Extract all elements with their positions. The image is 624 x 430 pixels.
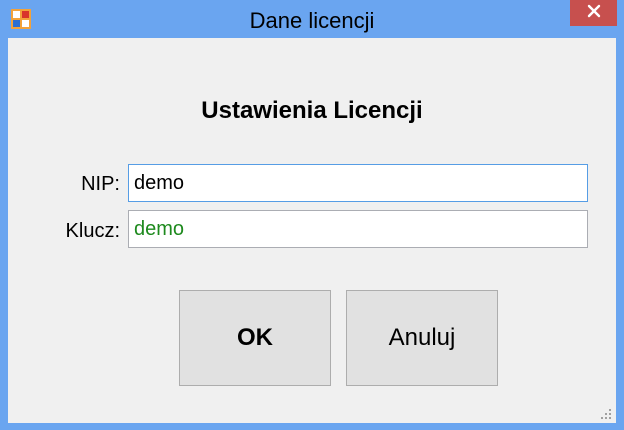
resize-grip-icon[interactable] (600, 407, 612, 419)
cancel-button-label: Anuluj (388, 324, 456, 351)
ok-button-label: OK (237, 324, 273, 351)
close-icon (587, 4, 601, 23)
klucz-label: Klucz: (65, 220, 120, 242)
title-bar[interactable]: Dane licencji (0, 0, 624, 38)
window-title: Dane licencji (249, 8, 375, 33)
ok-button[interactable]: OK (179, 290, 331, 386)
dialog-window: Dane licencji Ustawienia Licencji NIP: K… (0, 0, 624, 430)
dialog-heading: Ustawienia Licencji (201, 97, 423, 124)
dialog-body: Ustawienia Licencji NIP: Klucz: OK Anulu… (8, 38, 616, 423)
close-button[interactable] (570, 0, 617, 26)
nip-label: NIP: (81, 173, 120, 195)
cancel-button[interactable]: Anuluj (346, 290, 498, 386)
klucz-input[interactable] (128, 210, 588, 248)
nip-input[interactable] (128, 164, 588, 202)
